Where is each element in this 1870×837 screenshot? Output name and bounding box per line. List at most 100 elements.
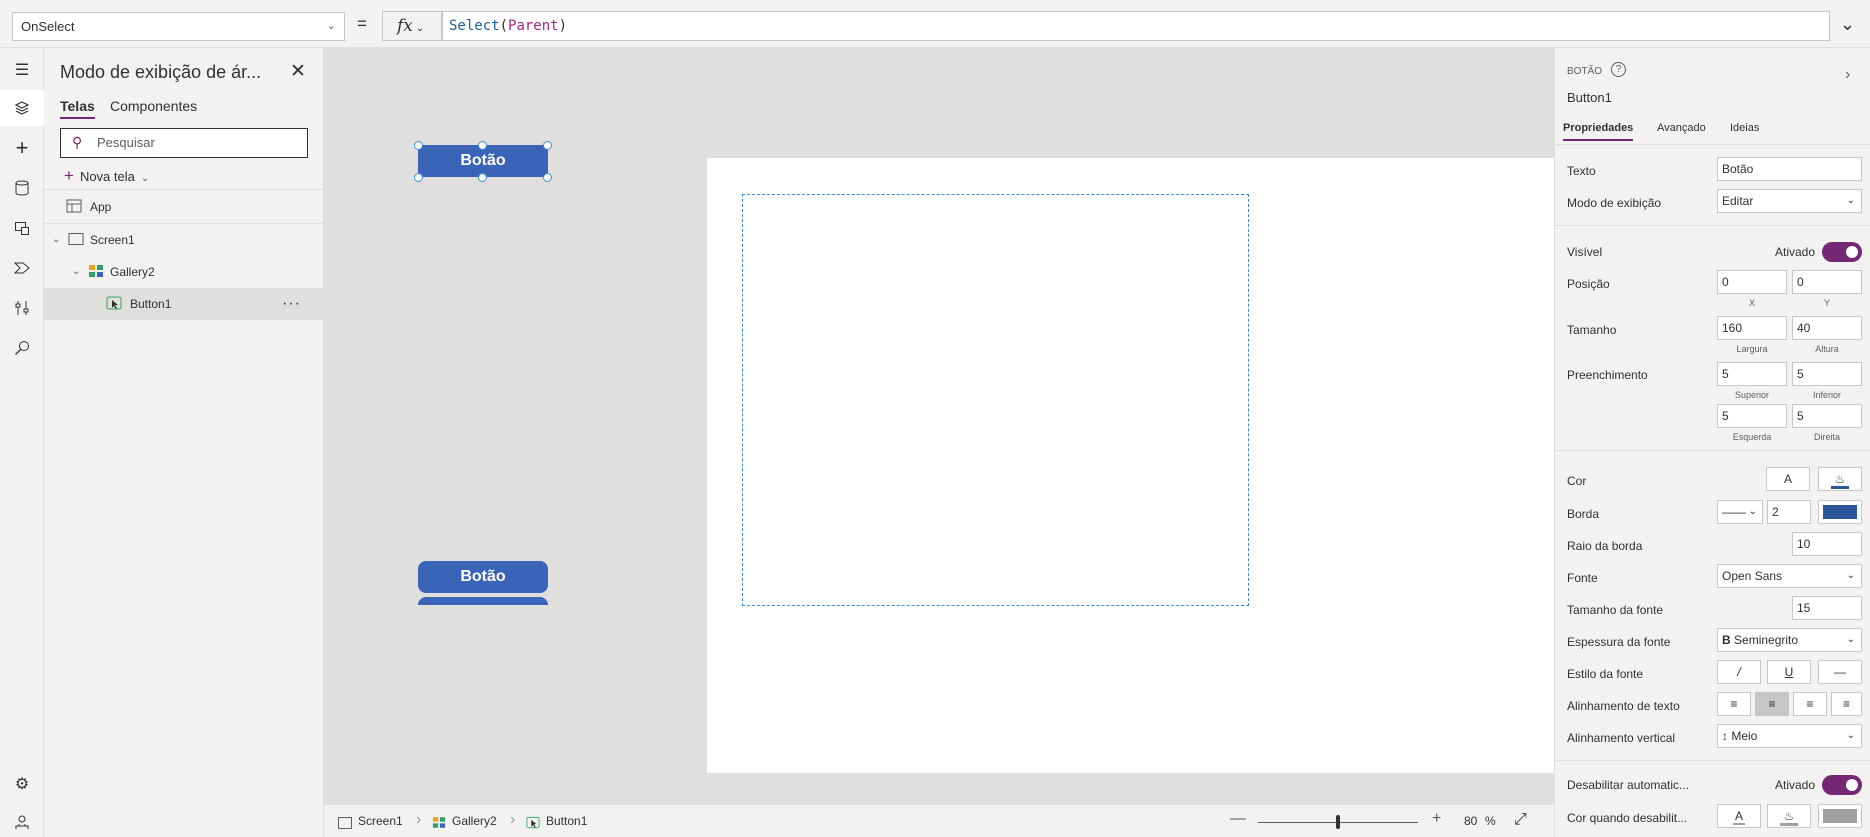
chevron-down-icon[interactable]: ⌄ [52, 224, 60, 256]
tree-item-button1[interactable]: Button1 ··· [44, 288, 324, 320]
tree-item-gallery2[interactable]: ⌄ Gallery2 [44, 256, 324, 288]
help-icon[interactable]: ? [1611, 62, 1626, 77]
canvas-button-partial-clip [418, 597, 548, 605]
chevron-down-icon: ⌄ [415, 23, 425, 34]
gallery-selection-box[interactable] [742, 194, 1249, 606]
strikethrough-button[interactable]: — [1818, 660, 1862, 684]
resize-handle[interactable] [543, 141, 552, 150]
property-dropdown[interactable]: OnSelect ⌄ [12, 12, 345, 41]
fx-button[interactable]: fx ⌄ [382, 11, 442, 41]
auto-disable-toggle[interactable] [1822, 775, 1862, 795]
properties-panel: BOTÃO ? › Button1 Propriedades Avançado … [1554, 48, 1870, 837]
properties-divider [1555, 450, 1870, 451]
tree-view-icon[interactable] [0, 90, 44, 126]
padding-right-input[interactable]: 5 [1792, 404, 1862, 428]
disabled-text-glyph: A [1732, 809, 1745, 825]
formula-bar: OnSelect ⌄ = fx ⌄ Select(Parent) ⌄ [0, 0, 1870, 48]
chevron-right-icon[interactable]: › [1845, 66, 1850, 84]
border-radius-input[interactable]: 10 [1792, 532, 1862, 556]
display-mode-dropdown[interactable]: Editar ⌄ [1717, 189, 1862, 213]
tree-view-panel: Modo de exibição de ár... ✕ Telas Compon… [44, 48, 324, 837]
visible-toggle[interactable] [1822, 242, 1862, 262]
formula-function: Select [449, 18, 500, 34]
data-cylinder-icon[interactable] [0, 170, 44, 206]
text-input[interactable]: Botão [1717, 157, 1862, 181]
left-rail: ☰ + ⚙ [0, 48, 44, 837]
canvas-button-repeat[interactable]: Botão [418, 561, 548, 593]
padding-left-input[interactable]: 5 [1717, 404, 1787, 428]
zoom-value: 80 [1464, 814, 1478, 828]
position-x-input[interactable]: 0 [1717, 270, 1787, 294]
hamburger-menu-icon[interactable]: ☰ [0, 52, 44, 88]
resize-handle[interactable] [543, 173, 552, 182]
formula-argument: Parent [508, 18, 559, 34]
zoom-out-icon[interactable]: — [1230, 810, 1246, 828]
tree-item-screen1[interactable]: ⌄ Screen1 [44, 224, 324, 256]
align-left-button[interactable]: ≡ [1717, 692, 1751, 716]
breadcrumb-gallery2[interactable]: Gallery2 [452, 814, 497, 828]
tab-components[interactable]: Componentes [110, 98, 197, 117]
vertical-align-dropdown[interactable]: ↕ Meio ⌄ [1717, 724, 1862, 748]
padding-bottom-input[interactable]: 5 [1792, 362, 1862, 386]
tree-item-app[interactable]: App [44, 191, 324, 223]
font-size-input[interactable]: 15 [1792, 596, 1862, 620]
advanced-tools-icon[interactable] [0, 290, 44, 326]
width-input[interactable]: 160 [1717, 316, 1787, 340]
search-icon[interactable] [0, 330, 44, 366]
border-style-dropdown[interactable]: —— ⌄ [1717, 500, 1763, 524]
media-icon[interactable] [0, 210, 44, 246]
resize-handle[interactable] [478, 141, 487, 150]
settings-gear-icon[interactable]: ⚙ [0, 766, 44, 802]
virtual-agent-icon[interactable] [0, 804, 44, 837]
padding-top-input[interactable]: 5 [1717, 362, 1787, 386]
resize-handle[interactable] [414, 141, 423, 150]
font-weight-dropdown[interactable]: B Seminegrito ⌄ [1717, 628, 1862, 652]
close-icon[interactable]: ✕ [290, 60, 306, 83]
breadcrumb-separator-icon: › [510, 811, 516, 828]
position-y-input[interactable]: 0 [1792, 270, 1862, 294]
align-justify-button[interactable]: ≡ [1831, 692, 1862, 716]
control-name[interactable]: Button1 [1567, 90, 1612, 105]
toggle-knob [1846, 779, 1858, 791]
more-options-icon[interactable]: ··· [282, 288, 301, 320]
font-dropdown[interactable]: Open Sans ⌄ [1717, 564, 1862, 588]
zoom-unit: % [1485, 814, 1496, 828]
align-right-button[interactable]: ≡ [1793, 692, 1827, 716]
breadcrumb-screen1[interactable]: Screen1 [358, 814, 403, 828]
breadcrumb-button1[interactable]: Button1 [546, 814, 587, 828]
disabled-text-color-button[interactable]: A [1717, 804, 1761, 828]
tab-screens[interactable]: Telas [60, 98, 95, 119]
canvas-button-partial[interactable] [418, 597, 548, 605]
resize-handle[interactable] [478, 173, 487, 182]
zoom-slider-thumb[interactable] [1336, 815, 1340, 829]
border-color-button[interactable] [1818, 500, 1862, 524]
zoom-in-icon[interactable]: + [1432, 810, 1441, 828]
properties-divider [1555, 225, 1870, 226]
disabled-fill-button[interactable]: ♨ [1767, 804, 1811, 828]
height-input[interactable]: 40 [1792, 316, 1862, 340]
equals-sign: = [357, 14, 367, 33]
chevron-down-icon[interactable]: ⌄ [72, 256, 80, 288]
screen-icon [338, 817, 352, 829]
align-center-button[interactable]: ≡ [1755, 692, 1789, 716]
power-automate-icon[interactable] [0, 250, 44, 286]
new-screen-button[interactable]: + Nova tela ⌄ [64, 166, 149, 186]
disabled-border-button[interactable] [1818, 804, 1862, 828]
properties-divider [1555, 144, 1870, 145]
tab-ideas[interactable]: Ideias [1730, 122, 1759, 139]
expand-formula-icon[interactable]: ⌄ [1840, 14, 1855, 35]
resize-handle[interactable] [414, 173, 423, 182]
italic-button[interactable]: / [1717, 660, 1761, 684]
formula-input[interactable]: Select(Parent) [442, 11, 1830, 41]
border-width-input[interactable]: 2 [1767, 500, 1811, 524]
underline-button[interactable]: U [1767, 660, 1811, 684]
chevron-down-icon: ⌄ [1846, 195, 1855, 206]
vertical-align-label: Alinhamento vertical [1567, 731, 1676, 745]
text-color-button[interactable]: A [1766, 467, 1810, 491]
insert-plus-icon[interactable]: + [0, 130, 44, 166]
fit-to-window-icon[interactable]: ⤢ [1514, 811, 1527, 829]
tab-advanced[interactable]: Avançado [1657, 122, 1706, 139]
fill-color-button[interactable]: ♨ [1818, 467, 1862, 491]
tab-properties[interactable]: Propriedades [1563, 122, 1634, 141]
tree-search-input[interactable]: Pesquisar [60, 128, 308, 158]
